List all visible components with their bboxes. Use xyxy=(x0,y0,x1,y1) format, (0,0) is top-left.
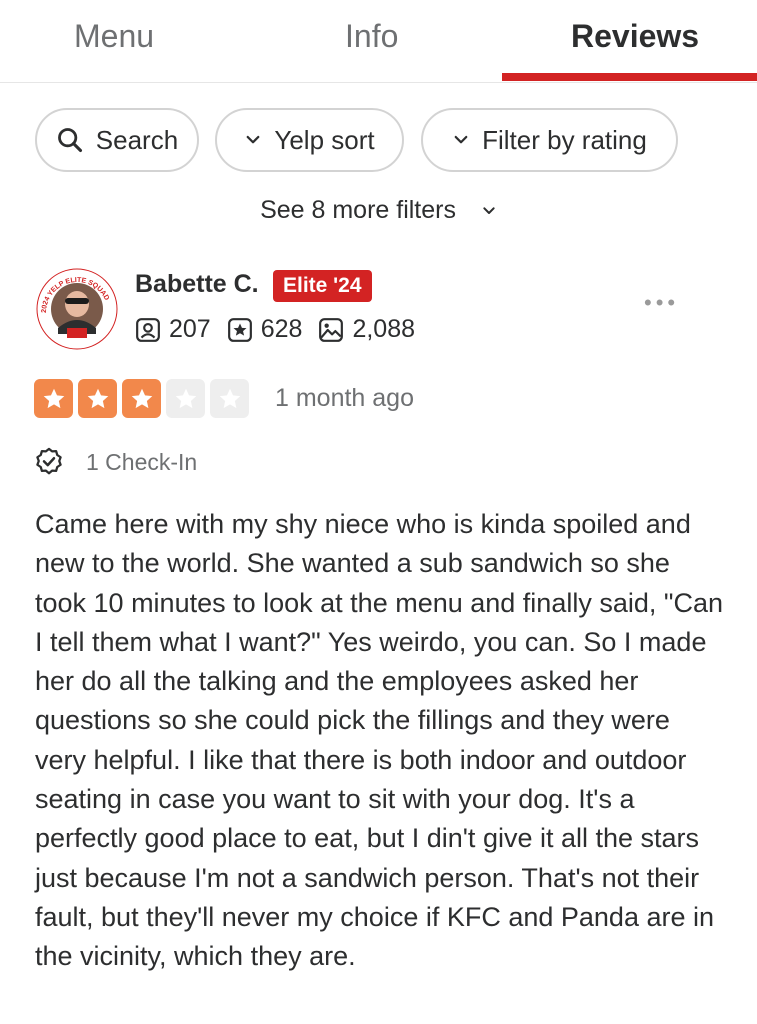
filter-by-rating-label: Filter by rating xyxy=(482,124,647,155)
star-filled-icon xyxy=(34,379,73,418)
chevron-down-icon xyxy=(454,135,468,144)
star-empty-icon xyxy=(166,379,205,418)
star-review-icon xyxy=(227,317,252,342)
yelp-sort-dropdown[interactable]: Yelp sort xyxy=(215,108,404,172)
star-filled-icon xyxy=(122,379,161,418)
more-filters-label: See 8 more filters xyxy=(260,196,456,224)
star-filled-icon xyxy=(78,379,117,418)
chevron-down-icon xyxy=(483,207,495,215)
more-filters-button[interactable]: See 8 more filters xyxy=(0,196,757,225)
review-date: 1 month ago xyxy=(275,384,414,412)
tab-bar: Menu Info Reviews xyxy=(0,0,757,83)
photo-icon xyxy=(319,317,344,342)
checkin-icon xyxy=(36,447,62,475)
checkin-count: 1 Check-In xyxy=(86,448,198,475)
friends-icon xyxy=(136,317,160,342)
tab-reviews[interactable]: Reviews xyxy=(571,18,699,55)
elite-badge: Elite '24 xyxy=(273,270,372,302)
more-options-icon[interactable]: ••• xyxy=(644,290,679,316)
checkin-info: 1 Check-In xyxy=(34,447,197,477)
avatar[interactable]: 2024 YELP ELITE SQUAD xyxy=(36,268,118,350)
friends-stat: 207 xyxy=(135,315,211,344)
search-button[interactable]: Search xyxy=(35,108,199,172)
star-rating xyxy=(34,379,254,418)
search-icon xyxy=(57,128,82,153)
yelp-sort-label: Yelp sort xyxy=(274,124,375,155)
review-body: Came here with my shy niece who is kinda… xyxy=(35,509,723,972)
reviews-count: 628 xyxy=(260,315,303,343)
active-tab-indicator xyxy=(502,73,757,81)
star-empty-icon xyxy=(210,379,249,418)
tab-menu[interactable]: Menu xyxy=(74,18,154,55)
reviewer-name[interactable]: Babette C. xyxy=(135,270,259,299)
photos-count: 2,088 xyxy=(352,315,415,343)
friends-count: 207 xyxy=(169,315,211,343)
filter-by-rating-dropdown[interactable]: Filter by rating xyxy=(421,108,678,172)
search-button-label: Search xyxy=(95,124,179,155)
tab-info[interactable]: Info xyxy=(345,18,398,55)
chevron-down-icon xyxy=(247,135,260,144)
reviews-stat: 628 xyxy=(227,315,303,344)
reviewer-stats: 207 628 2,088 xyxy=(135,315,431,344)
photos-stat: 2,088 xyxy=(318,315,415,344)
